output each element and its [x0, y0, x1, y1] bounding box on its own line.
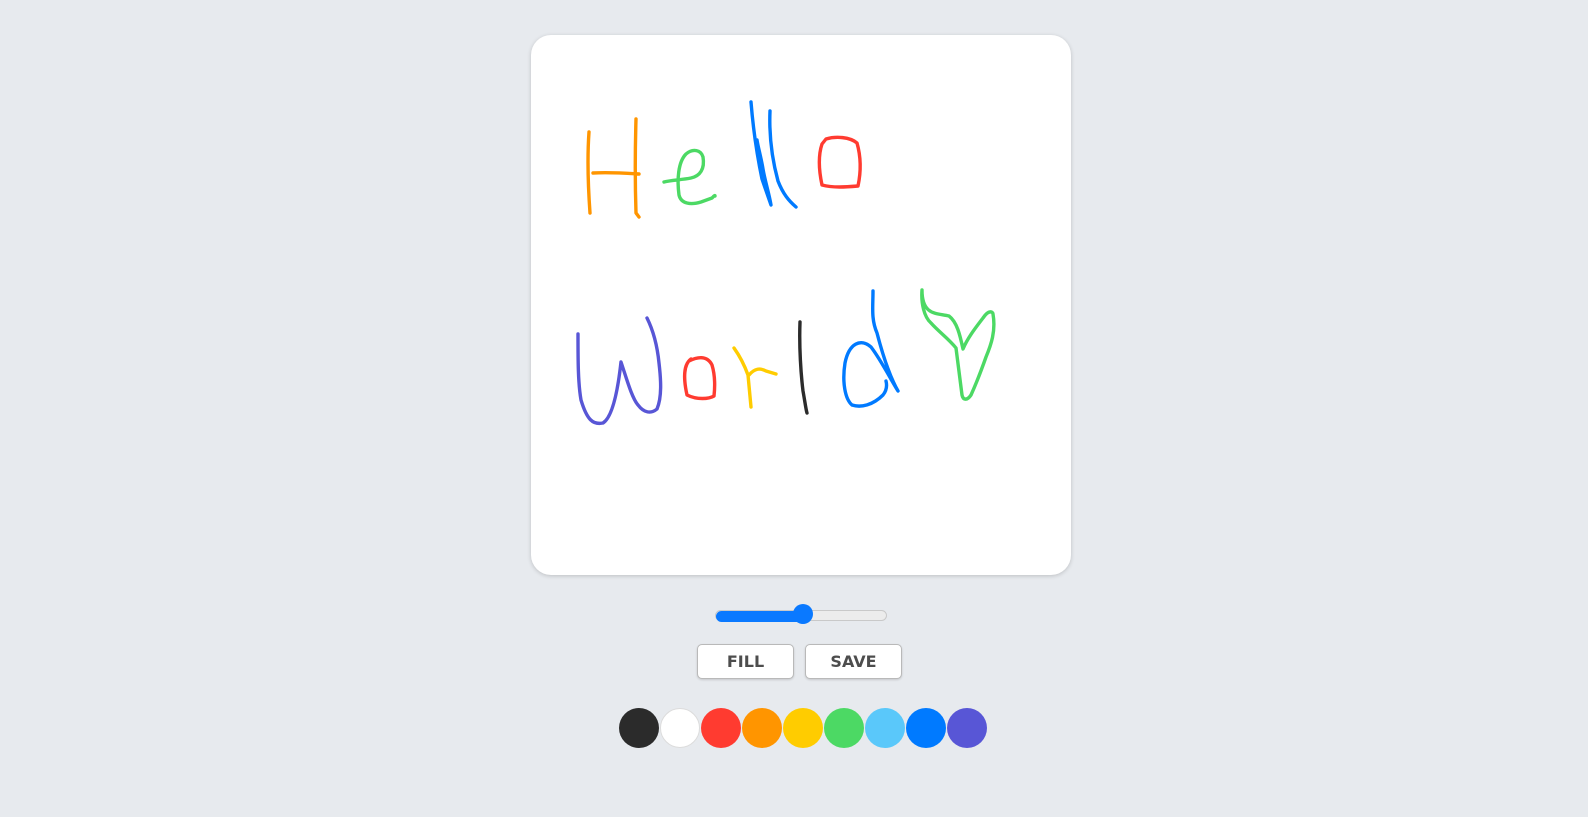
- stroke-r: [732, 346, 778, 409]
- swatch-black[interactable]: [619, 708, 659, 748]
- swatch-yellow[interactable]: [783, 708, 823, 748]
- stroke-w: [576, 316, 663, 426]
- swatch-orange[interactable]: [742, 708, 782, 748]
- brush-size-slider[interactable]: [715, 604, 887, 624]
- stroke-e: [662, 148, 717, 206]
- stroke-l3: [798, 320, 809, 415]
- swatch-white[interactable]: [660, 708, 700, 748]
- swatch-blue[interactable]: [906, 708, 946, 748]
- swatch-red[interactable]: [701, 708, 741, 748]
- stroke-l2: [768, 109, 798, 209]
- stroke-o: [817, 135, 862, 189]
- stroke-d: [842, 289, 900, 408]
- stroke-o2: [682, 356, 717, 401]
- color-palette: [619, 708, 987, 748]
- drawing-surface[interactable]: [531, 35, 1071, 575]
- drawing-canvas[interactable]: [531, 35, 1071, 575]
- swatch-light-blue[interactable]: [865, 708, 905, 748]
- stroke-heart: [920, 288, 996, 401]
- swatch-purple[interactable]: [947, 708, 987, 748]
- stroke-l1: [749, 100, 773, 207]
- slider-thumb[interactable]: [792, 604, 813, 624]
- action-buttons: FILL SAVE: [697, 644, 902, 679]
- stroke-h: [586, 117, 641, 219]
- slider-fill: [716, 611, 803, 622]
- fill-button[interactable]: FILL: [697, 644, 794, 679]
- swatch-green[interactable]: [824, 708, 864, 748]
- save-button[interactable]: SAVE: [805, 644, 902, 679]
